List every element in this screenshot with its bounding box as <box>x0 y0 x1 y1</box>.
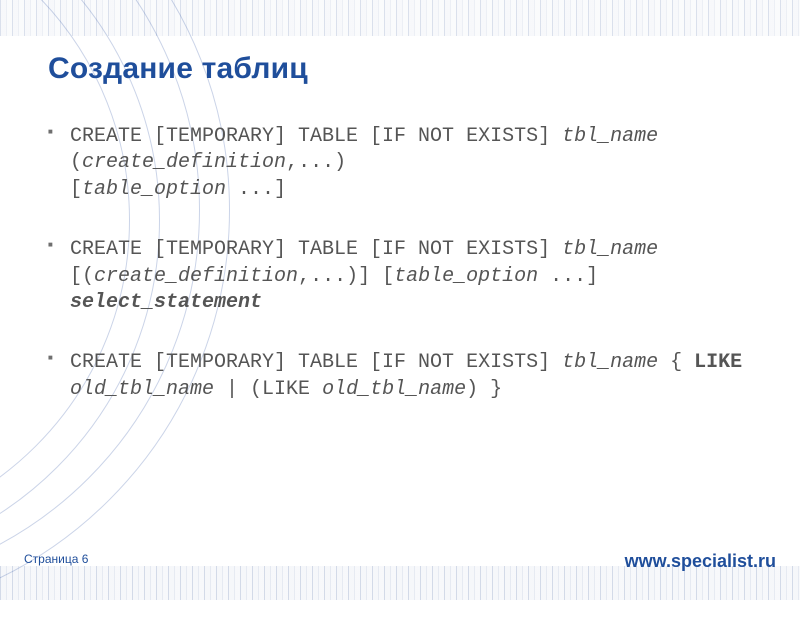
code-text: ( <box>70 151 82 174</box>
bullet-list: CREATE [TEMPORARY] TABLE [IF NOT EXISTS]… <box>48 124 752 403</box>
code-text: tbl_name <box>562 351 658 374</box>
page-number-value: 6 <box>82 552 89 566</box>
code-text: ,...)] [ <box>298 265 394 288</box>
list-item: CREATE [TEMPORARY] TABLE [IF NOT EXISTS]… <box>70 350 752 403</box>
code-text: ,...) <box>286 151 346 174</box>
code-text: CREATE [TEMPORARY] TABLE [IF NOT EXISTS] <box>70 238 562 261</box>
site-url: www.specialist.ru <box>625 551 776 572</box>
list-item: CREATE [TEMPORARY] TABLE [IF NOT EXISTS]… <box>70 124 752 203</box>
code-text: table_option <box>394 265 538 288</box>
code-text: create_definition <box>82 151 286 174</box>
code-text: LIKE <box>694 351 742 374</box>
slide-title: Создание таблиц <box>48 52 752 86</box>
code-text: tbl_name <box>562 125 658 148</box>
code-text: [ <box>70 178 82 201</box>
code-text: old_tbl_name <box>322 378 466 401</box>
code-text: ...] <box>538 265 598 288</box>
code-text: | (LIKE <box>214 378 322 401</box>
code-text: old_tbl_name <box>70 378 214 401</box>
list-item: CREATE [TEMPORARY] TABLE [IF NOT EXISTS]… <box>70 237 752 316</box>
slide-body: Создание таблиц CREATE [TEMPORARY] TABLE… <box>48 52 752 552</box>
code-text: create_definition <box>94 265 298 288</box>
code-text: [( <box>70 265 94 288</box>
code-text: ...] <box>226 178 286 201</box>
code-text: tbl_name <box>562 238 658 261</box>
code-text: { <box>658 351 694 374</box>
code-text: CREATE [TEMPORARY] TABLE [IF NOT EXISTS] <box>70 125 562 148</box>
code-text: table_option <box>82 178 226 201</box>
code-text: CREATE [TEMPORARY] TABLE [IF NOT EXISTS] <box>70 351 562 374</box>
page-number-label: Страница <box>24 552 82 566</box>
code-text: ) } <box>466 378 502 401</box>
page-number: Страница 6 <box>24 552 88 566</box>
code-text: select_statement <box>70 291 262 314</box>
